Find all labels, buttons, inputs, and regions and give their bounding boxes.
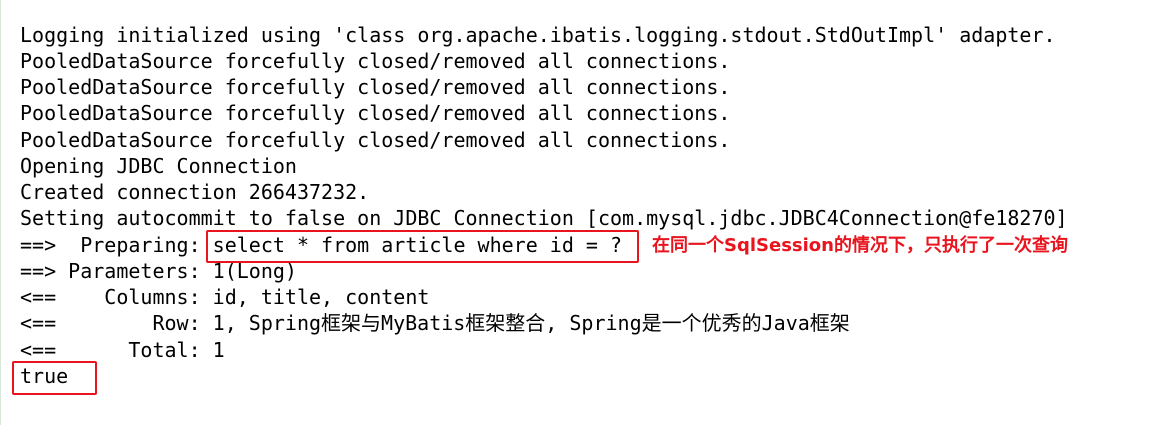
log-line-total: <== Total: 1 bbox=[20, 338, 225, 362]
log-line: PooledDataSource forcefully closed/remov… bbox=[20, 49, 731, 73]
sql-highlight-box bbox=[206, 230, 639, 263]
log-line: Logging initialized using 'class org.apa… bbox=[20, 23, 1056, 47]
log-line: Created connection 266437232. bbox=[20, 180, 370, 204]
log-line-columns: <== Columns: id, title, content bbox=[20, 285, 430, 309]
console-output: Logging initialized using 'class org.apa… bbox=[0, 0, 1158, 425]
log-line: Setting autocommit to false on JDBC Conn… bbox=[20, 206, 1068, 230]
result-highlight-box bbox=[12, 361, 97, 395]
log-line: PooledDataSource forcefully closed/remov… bbox=[20, 128, 731, 152]
log-line: PooledDataSource forcefully closed/remov… bbox=[20, 101, 731, 125]
log-line-row: <== Row: 1, Spring框架与MyBatis框架整合, Spring… bbox=[20, 311, 850, 335]
log-line: Opening JDBC Connection bbox=[20, 154, 297, 178]
log-line: PooledDataSource forcefully closed/remov… bbox=[20, 75, 731, 99]
annotation-note: 在同一个SqlSession的情况下，只执行了一次查询 bbox=[652, 235, 1068, 256]
